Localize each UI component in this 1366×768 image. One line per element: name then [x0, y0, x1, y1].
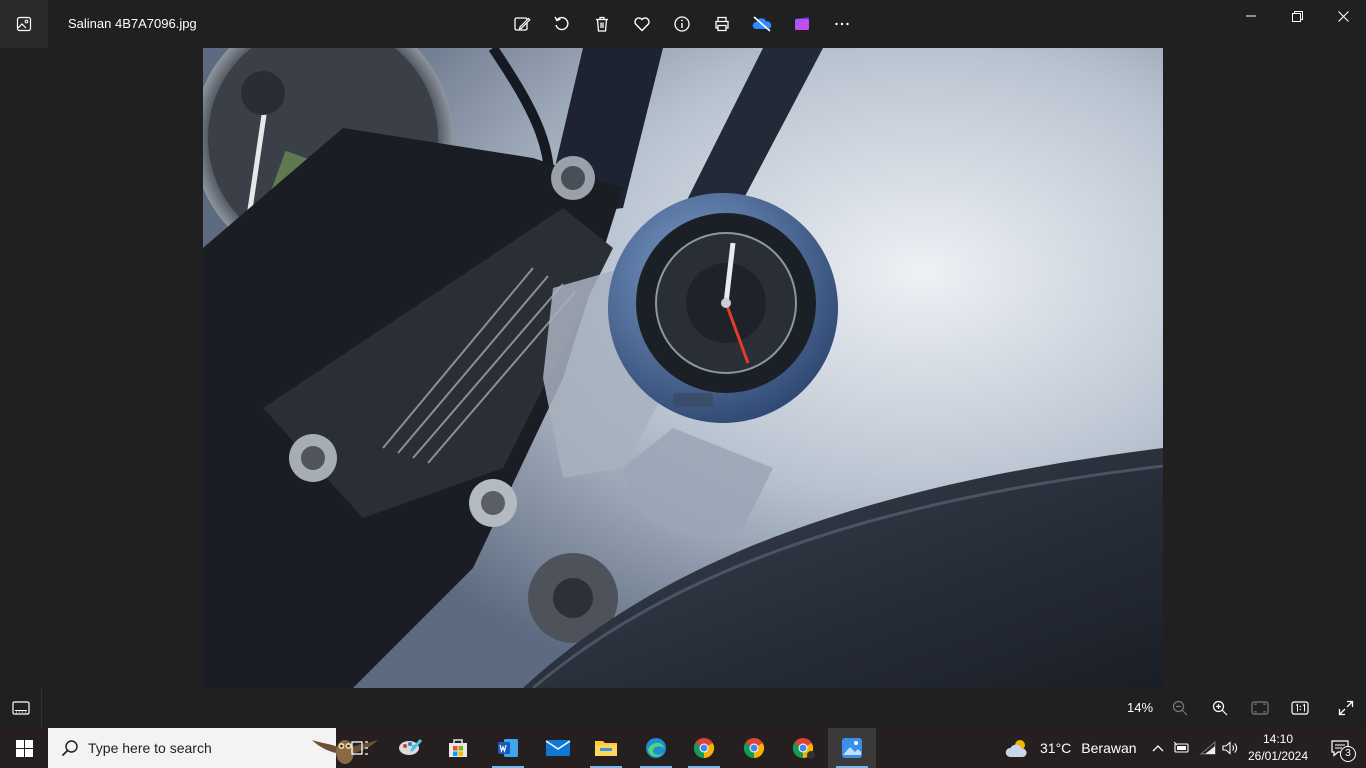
clock-date: 26/01/2024 [1247, 749, 1309, 763]
photo-canvas[interactable] [203, 48, 1163, 688]
file-name-title: Salinan 4B7A7096.jpg [68, 16, 197, 31]
actual-size-icon[interactable] [1280, 688, 1320, 728]
print-icon[interactable] [702, 4, 742, 44]
clock-time: 14:10 [1262, 732, 1294, 746]
windows-start-icon[interactable] [0, 728, 48, 768]
notification-count-badge: 3 [1340, 746, 1356, 762]
wifi-icon[interactable] [1196, 728, 1220, 768]
chrome-browser-icon[interactable] [680, 728, 728, 768]
onedrive-off-icon[interactable] [742, 4, 782, 44]
zoom-in-icon[interactable] [1200, 688, 1240, 728]
fit-to-window-icon[interactable] [1240, 688, 1280, 728]
zoom-level: 14% [1126, 700, 1154, 715]
photo-image [203, 48, 1163, 688]
weather-description: Berawan [1081, 740, 1137, 756]
battery-icon[interactable] [1170, 728, 1194, 768]
chrome-app-icon[interactable] [780, 728, 828, 768]
window-controls [1228, 0, 1366, 32]
info-icon[interactable] [662, 4, 702, 44]
taskbar: Type here to search 31°C Berawan 14:10 2… [0, 728, 1366, 768]
photos-app-icon[interactable] [0, 0, 48, 48]
delete-icon[interactable] [582, 4, 622, 44]
restore-icon[interactable] [1274, 0, 1320, 32]
close-icon[interactable] [1320, 0, 1366, 32]
minimize-icon[interactable] [1228, 0, 1274, 32]
taskbar-search-box[interactable]: Type here to search [48, 728, 378, 768]
favorite-icon[interactable] [622, 4, 662, 44]
more-icon[interactable] [822, 4, 862, 44]
weather-temperature: 31°C [1040, 740, 1072, 756]
system-clock[interactable]: 14:10 26/01/2024 [1244, 731, 1312, 765]
chevron-up-icon[interactable] [1146, 728, 1170, 768]
top-toolbar [502, 4, 862, 44]
partly-cloudy-icon [1004, 737, 1032, 759]
photos-taskbar-icon[interactable] [828, 728, 876, 768]
fullscreen-icon[interactable] [1326, 688, 1366, 728]
search-icon [61, 739, 79, 757]
mail-app-icon[interactable] [534, 728, 582, 768]
zoom-out-icon[interactable] [1160, 688, 1200, 728]
volume-icon[interactable] [1218, 728, 1242, 768]
task-view-icon[interactable] [336, 728, 384, 768]
file-explorer-icon[interactable] [582, 728, 630, 768]
title-bar: Salinan 4B7A7096.jpg [0, 0, 1366, 48]
paint-app-icon[interactable] [386, 728, 434, 768]
rotate-icon[interactable] [542, 4, 582, 44]
filmstrip-icon[interactable] [0, 688, 42, 728]
notification-center-icon[interactable]: 3 [1318, 728, 1362, 768]
weather-widget[interactable]: 31°C Berawan [1004, 728, 1137, 768]
microsoft-store-icon[interactable] [434, 728, 482, 768]
edit-image-icon[interactable] [502, 4, 542, 44]
edge-browser-icon[interactable] [632, 728, 680, 768]
search-placeholder: Type here to search [88, 740, 212, 756]
word-app-icon[interactable] [484, 728, 532, 768]
clipchamp-icon[interactable] [782, 4, 822, 44]
chrome-profile-icon[interactable] [730, 728, 778, 768]
viewer-bottom-bar: 14% [0, 688, 1366, 728]
